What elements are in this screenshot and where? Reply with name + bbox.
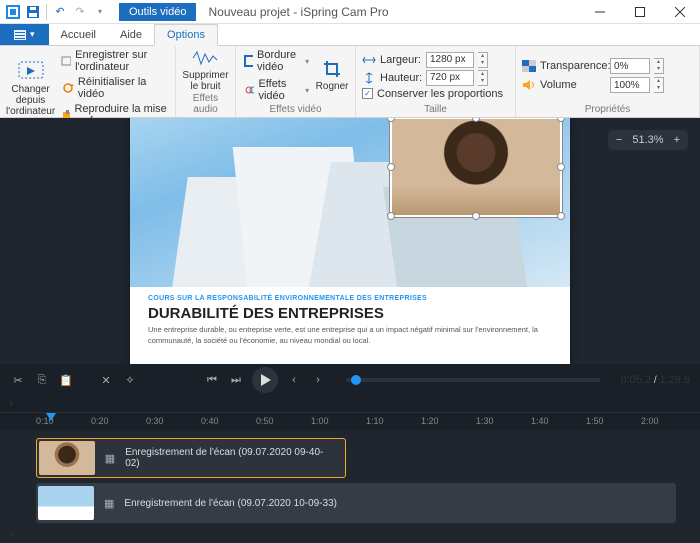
close-button[interactable] xyxy=(660,0,700,24)
clip-label: Enregistrement de l'écan (09.07.2020 09-… xyxy=(125,447,337,469)
ruler-tick: 0:30 xyxy=(146,416,164,426)
zoom-control: − 51.3% + xyxy=(608,130,688,150)
height-spinner[interactable]: ▴▾ xyxy=(478,70,488,86)
transparency-spinner[interactable]: ▴▾ xyxy=(654,58,664,74)
ruler-tick: 1:30 xyxy=(476,416,494,426)
video-border-button[interactable]: Bordure vidéo ▾ xyxy=(242,48,311,74)
reinit-button[interactable]: Réinitialiser la vidéo xyxy=(59,75,169,101)
ruler-tick: 0:40 xyxy=(201,416,219,426)
clip-thumbnail xyxy=(38,486,94,520)
step-fwd-icon[interactable]: › xyxy=(310,374,326,386)
width-label: Largeur: xyxy=(380,54,422,66)
volume-input[interactable]: 100% xyxy=(610,77,650,93)
tab-options[interactable]: Options xyxy=(154,24,218,46)
tab-aide[interactable]: Aide xyxy=(108,24,154,45)
crop-label: Rogner xyxy=(316,81,349,92)
window-title: Nouveau projet - iSpring Cam Pro xyxy=(196,5,580,19)
clip-label: Enregistrement de l'écan (09.07.2020 10-… xyxy=(124,498,337,509)
next-end-icon[interactable]: ⏭ xyxy=(228,374,244,387)
video-effects-button[interactable]: Effets vidéo ▾ xyxy=(242,77,311,103)
prev-start-icon[interactable]: ⏮ xyxy=(204,374,220,387)
play-button[interactable] xyxy=(252,367,278,393)
record-button[interactable]: Enregistrer sur l'ordinateur xyxy=(59,48,169,74)
keep-ratio-checkbox[interactable]: ✓ xyxy=(362,88,373,99)
save-icon[interactable] xyxy=(24,3,42,21)
video-overlay[interactable] xyxy=(390,118,562,217)
clip-selected[interactable]: ▦ Enregistrement de l'écan (09.07.2020 0… xyxy=(36,438,346,478)
height-label: Hauteur: xyxy=(380,72,422,84)
change-from-computer-label: Changer depuis l'ordinateur xyxy=(6,84,55,117)
add-clip-icon[interactable]: + xyxy=(8,529,14,541)
transparency-input[interactable]: 0% xyxy=(610,58,650,74)
scrub-handle[interactable] xyxy=(351,375,361,385)
zoom-out-button[interactable]: − xyxy=(616,134,622,146)
ruler-tick: 1:20 xyxy=(421,416,439,426)
group-audio-label: Effets audio xyxy=(182,92,229,117)
slide-body: Une entreprise durable, ou entreprise ve… xyxy=(148,325,552,346)
remove-noise-button[interactable]: Supprimer le bruit xyxy=(182,48,229,92)
screen-record-icon: ▦ xyxy=(105,452,115,465)
width-input[interactable]: 1280 px xyxy=(426,52,474,68)
transparency-icon xyxy=(522,60,536,72)
width-icon xyxy=(362,54,376,66)
scrub-bar[interactable] xyxy=(346,378,600,382)
clip[interactable]: ▦ Enregistrement de l'écan (09.07.2020 1… xyxy=(36,483,676,523)
slide-kicker: COURS SUR LA RESPONSABILITÉ ENVIRONNEMEN… xyxy=(148,295,552,302)
zoom-value: 51.3% xyxy=(632,134,663,146)
height-icon xyxy=(362,72,376,84)
ruler-tick: 2:00 xyxy=(641,416,659,426)
volume-label: Volume xyxy=(540,79,606,91)
minimize-button[interactable] xyxy=(580,0,620,24)
copy-icon[interactable]: ⎘ xyxy=(34,374,50,387)
transparency-label: Transparence: xyxy=(540,60,606,72)
group-props-label: Propriétés xyxy=(522,103,693,117)
zoom-in-button[interactable]: + xyxy=(674,134,680,146)
add-track-icon[interactable]: + xyxy=(8,398,14,410)
delete-icon[interactable]: ✕ xyxy=(98,374,114,387)
redo-icon[interactable]: ↷ xyxy=(71,3,89,21)
ruler-tick: 1:10 xyxy=(366,416,384,426)
step-back-icon[interactable]: ‹ xyxy=(286,374,302,386)
app-icon xyxy=(4,3,22,21)
remove-noise-label: Supprimer le bruit xyxy=(182,70,229,92)
time-display: 0:05.2 / 1:29.6 xyxy=(620,374,690,386)
volume-spinner[interactable]: ▴▾ xyxy=(654,77,664,93)
canvas-area[interactable]: − 51.3% + COURS SUR LA RESPONSABILITÉ EN… xyxy=(0,118,700,364)
cut-icon[interactable]: ✂ xyxy=(10,374,26,387)
slide-title: DURABILITÉ DES ENTREPRISES xyxy=(148,305,552,322)
ruler-tick: 1:50 xyxy=(586,416,604,426)
group-size-label: Taille xyxy=(362,103,509,117)
paste-icon[interactable]: 📋 xyxy=(58,374,74,387)
crop-button[interactable]: Rogner xyxy=(315,59,349,92)
clip-thumbnail xyxy=(39,441,95,475)
ruler-tick: 1:40 xyxy=(531,416,549,426)
maximize-button[interactable] xyxy=(620,0,660,24)
qat-dropdown-icon[interactable]: ▾ xyxy=(91,3,109,21)
split-icon[interactable]: ⟡ xyxy=(122,374,138,387)
height-input[interactable]: 720 px xyxy=(426,70,474,86)
ruler-tick: 1:00 xyxy=(311,416,329,426)
file-tab[interactable]: ▾ xyxy=(0,24,49,45)
contextual-tab: Outils vidéo xyxy=(119,3,196,21)
ruler-tick: 0:20 xyxy=(91,416,109,426)
ruler-tick: 0:50 xyxy=(256,416,274,426)
keep-ratio-label: Conserver les proportions xyxy=(377,88,503,100)
playhead[interactable] xyxy=(46,413,56,421)
slide-preview[interactable]: COURS SUR LA RESPONSABILITÉ ENVIRONNEMEN… xyxy=(130,118,570,364)
group-vfx-label: Effets vidéo xyxy=(242,103,349,117)
screen-record-icon: ▦ xyxy=(104,497,114,510)
timeline-ruler[interactable]: 0:100:200:300:400:501:001:101:201:301:40… xyxy=(0,412,700,430)
tab-accueil[interactable]: Accueil xyxy=(49,24,108,45)
change-from-computer-button[interactable]: Changer depuis l'ordinateur xyxy=(6,60,55,117)
volume-icon xyxy=(522,79,536,91)
width-spinner[interactable]: ▴▾ xyxy=(478,52,488,68)
undo-icon[interactable]: ↶ xyxy=(51,3,69,21)
